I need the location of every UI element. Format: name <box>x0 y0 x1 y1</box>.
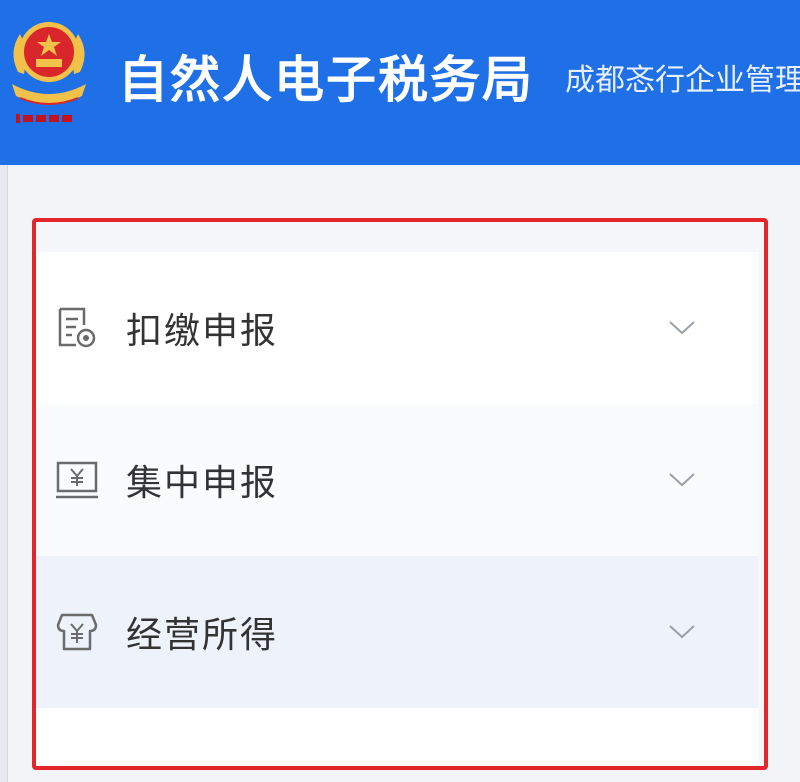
chevron-down-icon[interactable] <box>666 622 698 642</box>
menu-list: 扣缴申报 集中申报 经营所得 <box>36 252 758 708</box>
menu-bottom-area <box>36 708 758 766</box>
menu-item-label: 经营所得 <box>126 615 279 656</box>
yuan-monitor-icon <box>56 461 98 499</box>
menu-item-centralized-declaration[interactable]: 集中申报 <box>36 404 758 556</box>
menu-item-label: 扣缴申报 <box>126 311 279 352</box>
chevron-down-icon[interactable] <box>666 318 698 338</box>
app-header: 自然人电子税务局 成都忞行企业管理 <box>0 0 800 165</box>
app-title: 自然人电子税务局 <box>118 51 534 109</box>
chevron-down-icon[interactable] <box>666 470 698 490</box>
yuan-shop-icon <box>56 613 98 651</box>
declaration-menu: 扣缴申报 集中申报 经营所得 <box>32 218 768 770</box>
app-seal-mark <box>16 114 72 123</box>
menu-item-business-income[interactable]: 经营所得 <box>36 556 758 708</box>
menu-item-label: 集中申报 <box>126 463 279 504</box>
document-list-icon <box>58 307 96 348</box>
organization-name: 成都忞行企业管理 <box>565 63 800 98</box>
sidebar-edge <box>0 165 8 782</box>
national-emblem-icon <box>12 22 86 123</box>
menu-item-withholding-declaration[interactable]: 扣缴申报 <box>36 252 758 404</box>
